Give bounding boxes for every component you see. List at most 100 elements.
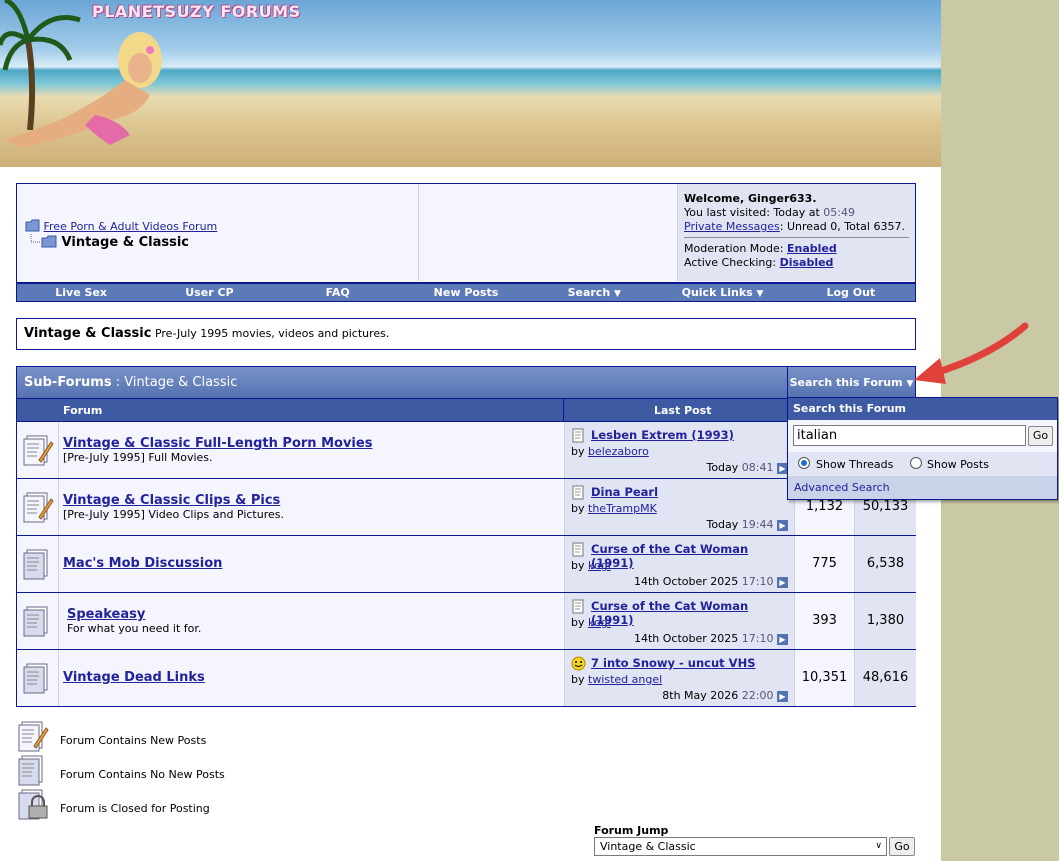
forum-row-description: For what you need it for. bbox=[67, 622, 202, 635]
moderation-mode-link[interactable]: Enabled bbox=[787, 242, 837, 255]
forum-description-box: Vintage & Classic Pre-July 1995 movies, … bbox=[16, 318, 916, 350]
checking-label: Active Checking: bbox=[684, 256, 777, 269]
forum-title-link[interactable]: Vintage Dead Links bbox=[63, 670, 205, 685]
last-post-user-link[interactable]: belezaboro bbox=[588, 445, 649, 458]
annotation-arrow bbox=[914, 322, 1029, 384]
search-input[interactable] bbox=[793, 425, 1026, 446]
forum-title-link[interactable]: Vintage & Classic Full-Length Porn Movie… bbox=[63, 436, 372, 451]
forum-row: Mac's Mob Discussion Curse of the Cat Wom… bbox=[17, 535, 916, 592]
forum-description: Pre-July 1995 movies, videos and picture… bbox=[154, 327, 390, 340]
last-post-cell: Curse of the Cat Woman (1991) by kogi 14th… bbox=[564, 593, 794, 649]
nav-user-cp[interactable]: User CP bbox=[145, 284, 273, 301]
forum-no-new-posts-icon bbox=[23, 663, 48, 694]
forum-title-link[interactable]: Vintage & Classic Clips & Pics bbox=[63, 493, 280, 508]
forum-status-cell bbox=[17, 479, 58, 535]
nav-new-posts[interactable]: New Posts bbox=[402, 284, 530, 301]
forum-title-link[interactable]: Mac's Mob Discussion bbox=[63, 556, 222, 571]
subforums-header: Sub-Forums : Vintage & Classic Search th… bbox=[17, 367, 915, 398]
nav-quick-links[interactable]: Quick Links ▼ bbox=[658, 284, 786, 301]
forum-cell: Vintage & Classic Clips & Pics [Pre-July … bbox=[58, 479, 564, 535]
search-this-forum-button[interactable]: Search this Forum ▼ bbox=[787, 367, 915, 398]
last-post-date: 14th October 2025 17:10 ▶ bbox=[634, 575, 788, 588]
last-post-title-link[interactable]: 7 into Snowy - uncut VHS bbox=[591, 656, 756, 670]
last-post-cell: Dina Pearl by theTrampMK Today 19:44 ▶ bbox=[564, 479, 794, 535]
nav-search[interactable]: Search ▼ bbox=[530, 284, 658, 301]
forum-status-cell bbox=[17, 422, 58, 478]
last-post-author: by theTrampMK bbox=[571, 502, 657, 515]
show-threads-label[interactable]: Show Threads bbox=[816, 458, 893, 471]
forum-jump-select[interactable]: Vintage & Classic ∨ bbox=[594, 837, 887, 856]
go-to-last-post-icon[interactable]: ▶ bbox=[777, 519, 788, 531]
forum-title-link[interactable]: Speakeasy bbox=[67, 607, 145, 622]
col-forum: Forum bbox=[63, 404, 103, 417]
last-post-author: by kogi bbox=[571, 559, 611, 572]
show-posts-radio[interactable] bbox=[910, 457, 922, 469]
nav-faq[interactable]: FAQ bbox=[274, 284, 402, 301]
date-text: Today bbox=[706, 518, 739, 531]
post-document-icon bbox=[572, 599, 584, 614]
go-to-last-post-icon[interactable]: ▶ bbox=[777, 576, 788, 588]
show-threads-radio[interactable] bbox=[798, 457, 810, 469]
breadcrumb: Free Porn & Adult Videos Forum Vintage &… bbox=[17, 184, 419, 281]
site-banner[interactable]: PLANETSUZY FORUMS bbox=[0, 0, 941, 167]
forum-row: Vintage & Classic Clips & Pics [Pre-July … bbox=[17, 478, 916, 535]
last-post-title-link[interactable]: Lesben Extrem (1993) bbox=[591, 428, 734, 442]
last-post-author: by twisted angel bbox=[571, 673, 662, 686]
site-logo[interactable]: PLANETSUZY FORUMS bbox=[92, 2, 301, 21]
go-to-last-post-icon[interactable]: ▶ bbox=[777, 633, 788, 645]
forum-row-description: [Pre-July 1995] Video Clips and Pictures… bbox=[63, 508, 284, 521]
last-post-date: 8th May 2026 22:00 ▶ bbox=[662, 689, 788, 702]
last-post-user-link[interactable]: theTrampMK bbox=[588, 502, 657, 515]
moderation-label: Moderation Mode: bbox=[684, 242, 784, 255]
forum-new-posts-icon bbox=[23, 492, 54, 523]
col-last-post[interactable]: Last Post bbox=[654, 404, 712, 417]
forum-row: Vintage Dead Links 7 into Snowy - uncut V… bbox=[17, 649, 916, 706]
legend-label: Forum is Closed for Posting bbox=[60, 802, 210, 815]
legend-closed: Forum is Closed for Posting bbox=[18, 788, 210, 823]
nav-label: Quick Links bbox=[681, 286, 753, 299]
last-post-cell: 7 into Snowy - uncut VHS by twisted angel… bbox=[564, 650, 794, 706]
last-post-user-link[interactable]: twisted angel bbox=[588, 673, 662, 686]
forum-row-description: [Pre-July 1995] Full Movies. bbox=[63, 451, 213, 464]
forum-status-cell bbox=[17, 593, 58, 649]
forum-jump-go-button[interactable]: Go bbox=[889, 837, 915, 856]
time-text: 17:10 bbox=[741, 632, 774, 645]
search-dropdown-title: Search this Forum bbox=[788, 398, 1057, 420]
last-post-title-link[interactable]: Dina Pearl bbox=[591, 485, 658, 499]
caret-down-icon: ▼ bbox=[614, 289, 621, 299]
post-document-icon bbox=[572, 542, 584, 557]
show-posts-label[interactable]: Show Posts bbox=[927, 458, 989, 471]
date-text: 8th May 2026 bbox=[662, 689, 739, 702]
search-go-button[interactable]: Go bbox=[1028, 426, 1053, 446]
private-messages-link[interactable]: Private Messages bbox=[684, 220, 780, 233]
go-to-last-post-icon[interactable]: ▶ bbox=[777, 690, 788, 702]
time-text: 08:41 bbox=[741, 461, 774, 474]
search-options-row: Show Threads Show Posts bbox=[788, 452, 1057, 476]
forum-jump-selected: Vintage & Classic bbox=[600, 840, 696, 853]
forum-cell: Speakeasy For what you need it for. bbox=[58, 593, 564, 649]
nav-live-sex[interactable]: Live Sex bbox=[17, 284, 145, 301]
last-post-title-link[interactable]: Curse of the Cat Woman (1991) bbox=[591, 542, 794, 570]
page: PLANETSUZY FORUMS Free Porn & Adult Vide… bbox=[0, 0, 1058, 861]
banner-figure-illustration bbox=[5, 32, 162, 148]
forum-status-cell bbox=[17, 650, 58, 706]
date-text: 14th October 2025 bbox=[634, 575, 739, 588]
last-visited-label: You last visited: Today at bbox=[684, 206, 820, 219]
subforums-label: Sub-Forums bbox=[24, 375, 112, 390]
advanced-search-link[interactable]: Advanced Search bbox=[788, 476, 1057, 499]
last-post-user-link[interactable]: kogi bbox=[588, 559, 611, 572]
legend-new-posts: Forum Contains New Posts bbox=[18, 720, 206, 755]
last-post-title-link[interactable]: Curse of the Cat Woman (1991) bbox=[591, 599, 794, 627]
post-document-icon bbox=[572, 485, 584, 500]
nav-label: FAQ bbox=[325, 286, 350, 299]
active-checking-link[interactable]: Disabled bbox=[780, 256, 834, 269]
last-post-user-link[interactable]: kogi bbox=[588, 616, 611, 629]
forum-jump: Forum Jump Vintage & Classic ∨ Go bbox=[594, 824, 915, 856]
last-visited-time: 05:49 bbox=[823, 206, 855, 219]
posts-count: 6,538 bbox=[854, 536, 916, 592]
by-label: by bbox=[571, 559, 585, 572]
threads-count: 10,351 bbox=[794, 650, 854, 706]
header-mid-cell bbox=[419, 184, 678, 281]
breadcrumb-parent-link[interactable]: Free Porn & Adult Videos Forum bbox=[44, 220, 218, 233]
nav-log-out[interactable]: Log Out bbox=[787, 284, 915, 301]
